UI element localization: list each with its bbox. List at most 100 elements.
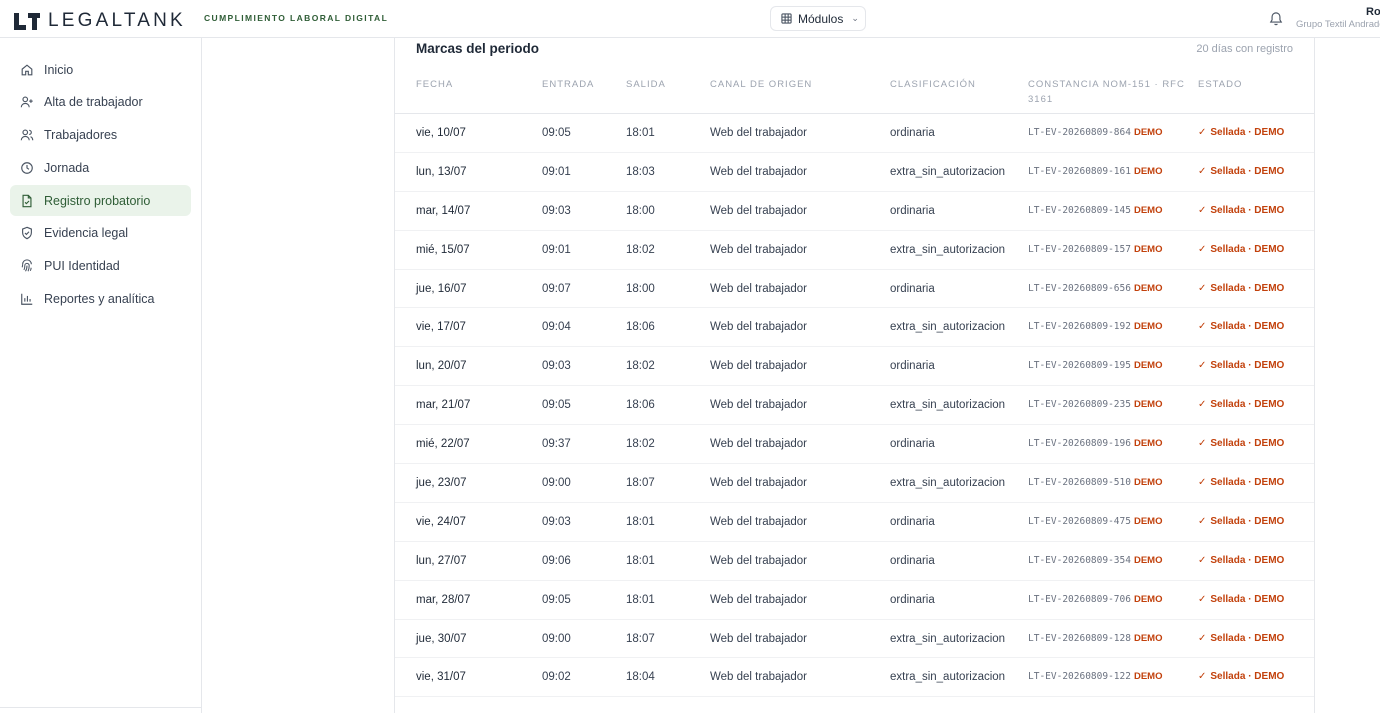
cell-canal: Web del trabajador [710, 127, 807, 139]
cell-salida: 18:02 [626, 243, 655, 256]
cell-salida: 18:01 [626, 127, 655, 139]
sidebar-item-evidencia-legal[interactable]: Evidencia legal [10, 218, 191, 249]
cell-canal: Web del trabajador [710, 438, 807, 451]
column-header-fecha[interactable]: FECHA [416, 77, 453, 92]
table-row[interactable]: mar, 14/07 09:03 18:00 Web del trabajador or… [395, 192, 1314, 231]
cell-constancia[interactable]: LT-EV-20260809-706 DEMO [1028, 581, 1162, 619]
check-icon: ✓ [1198, 282, 1207, 294]
table-row[interactable]: mié, 22/07 09:37 18:02 Web del trabajador or… [395, 425, 1314, 465]
sidebar-item-reportes[interactable]: Reportes y analítica [10, 284, 191, 315]
table-row[interactable]: lun, 27/07 09:06 18:01 Web del trabajador or… [395, 542, 1314, 581]
table-row[interactable]: jue, 16/07 09:07 18:00 Web del trabajador or… [395, 270, 1314, 309]
table-row[interactable]: lun, 20/07 09:03 18:02 Web del trabajador or… [395, 347, 1314, 387]
home-icon [21, 63, 33, 75]
cell-salida: 18:00 [626, 204, 655, 217]
sidebar-item-label: Jornada [44, 160, 90, 175]
status-text: Sellada · DEMO [1210, 438, 1285, 450]
cell-constancia[interactable]: LT-EV-20260809-157 DEMO [1028, 231, 1162, 269]
cell-constancia[interactable]: LT-EV-20260809-161 DEMO [1028, 153, 1162, 191]
cell-constancia[interactable]: LT-EV-20260809-475 DEMO [1028, 503, 1162, 541]
cell-fecha: jue, 23/07 [416, 477, 467, 490]
cell-constancia[interactable]: LT-EV-20260809-122 DEMO [1028, 658, 1162, 696]
table-row[interactable]: mar, 21/07 09:05 18:06 Web del trabajador ex… [395, 386, 1314, 426]
constancia-code: LT-EV-20260809-195 [1028, 360, 1131, 372]
cell-clasificacion: ordinaria [890, 360, 935, 373]
cell-constancia[interactable]: LT-EV-20260809-354 DEMO [1028, 542, 1162, 580]
sidebar-item-pui-identidad[interactable]: PUI Identidad [10, 251, 191, 282]
demo-badge: DEMO [1133, 593, 1163, 605]
constancia-code: LT-EV-20260809-354 [1028, 554, 1131, 566]
table-row[interactable]: mar, 28/07 09:05 18:01 Web del trabajador or… [395, 581, 1314, 620]
table-row[interactable]: lun, 13/07 09:01 18:03 Web del trabajador ex… [395, 153, 1314, 192]
table-row[interactable]: jue, 23/07 09:00 18:07 Web del trabajador ex… [395, 464, 1314, 503]
table-row[interactable]: vie, 17/07 09:04 18:06 Web del trabajador ex… [395, 308, 1314, 348]
logo-icon [14, 12, 40, 30]
column-header-estado[interactable]: ESTADO [1198, 77, 1242, 92]
sidebar-item-inicio[interactable]: Inicio [10, 54, 191, 85]
cell-constancia[interactable]: LT-EV-20260809-656 DEMO [1028, 270, 1162, 308]
sidebar-divider [0, 707, 201, 708]
clock-icon [21, 162, 33, 174]
status-badge: ✓ Sellada · DEMO [1198, 464, 1284, 502]
demo-badge: DEMO [1133, 127, 1163, 138]
table-row[interactable]: vie, 31/07 09:02 18:04 Web del trabajador ex… [395, 658, 1314, 698]
status-text: Sellada · DEMO [1210, 321, 1285, 333]
cell-constancia[interactable]: LT-EV-20260809-195 DEMO [1028, 347, 1162, 385]
cell-entrada: 09:05 [542, 127, 571, 139]
cell-fecha: vie, 24/07 [416, 515, 466, 528]
cell-entrada: 09:05 [542, 399, 571, 412]
table-row[interactable]: vie, 10/07 09:05 18:01 Web del trabajador or… [395, 114, 1314, 153]
check-icon: ✓ [1198, 321, 1207, 333]
cell-canal: Web del trabajador [710, 554, 807, 567]
cell-entrada: 09:05 [542, 593, 571, 606]
demo-badge: DEMO [1133, 360, 1163, 372]
cell-clasificacion: ordinaria [890, 438, 935, 451]
sidebar-item-jornada[interactable]: Jornada [10, 152, 191, 183]
status-text: Sellada · DEMO [1210, 243, 1285, 255]
status-text: Sellada · DEMO [1210, 515, 1285, 527]
demo-badge: DEMO [1133, 632, 1163, 644]
sidebar-item-label: Trabajadores [44, 128, 118, 143]
bell-icon[interactable] [1269, 11, 1283, 27]
cell-entrada: 09:06 [542, 554, 571, 567]
modules-button[interactable]: Módulos ⌄ [770, 6, 866, 31]
cell-entrada: 09:03 [542, 360, 571, 373]
table-row[interactable]: mié, 15/07 09:01 18:02 Web del trabajador ex… [395, 231, 1314, 270]
cell-fecha: lun, 13/07 [416, 165, 467, 178]
cell-canal: Web del trabajador [710, 321, 807, 334]
cell-fecha: mar, 28/07 [416, 593, 471, 606]
cell-constancia[interactable]: LT-EV-20260809-192 DEMO [1028, 308, 1162, 346]
cell-constancia[interactable]: LT-EV-20260809-510 DEMO [1028, 464, 1162, 502]
records-count: 20 días con registro [1196, 43, 1293, 55]
table-row[interactable]: vie, 24/07 09:03 18:01 Web del trabajador or… [395, 503, 1314, 542]
demo-badge: DEMO [1133, 477, 1163, 489]
cell-constancia[interactable]: LT-EV-20260809-145 DEMO [1028, 192, 1162, 230]
column-header-clasificacion[interactable]: CLASIFICACIÓN [890, 77, 976, 92]
cell-fecha: vie, 17/07 [416, 321, 466, 334]
cell-clasificacion: ordinaria [890, 282, 935, 295]
cell-constancia[interactable]: LT-EV-20260809-864 DEMO [1028, 114, 1162, 152]
cell-constancia[interactable]: LT-EV-20260809-196 DEMO [1028, 425, 1162, 463]
sidebar-item-trabajadores[interactable]: Trabajadores [10, 120, 191, 151]
brand-logo[interactable]: LEGALTANK [14, 10, 186, 32]
column-header-canal[interactable]: CANAL DE ORIGEN [710, 77, 812, 92]
cell-clasificacion: ordinaria [890, 127, 935, 139]
table-row[interactable]: jue, 30/07 09:00 18:07 Web del trabajador ex… [395, 620, 1314, 659]
column-header-constancia[interactable]: CONSTANCIA NOM-151 · RFC 3161 [1028, 77, 1188, 107]
cell-clasificacion: ordinaria [890, 204, 935, 217]
sidebar-item-label: Reportes y analítica [44, 292, 155, 307]
cell-entrada: 09:03 [542, 515, 571, 528]
column-header-entrada[interactable]: ENTRADA [542, 77, 594, 92]
column-header-salida[interactable]: SALIDA [626, 77, 666, 92]
cell-clasificacion: ordinaria [890, 554, 935, 567]
cell-constancia[interactable]: LT-EV-20260809-235 DEMO [1028, 386, 1162, 424]
grid-icon [781, 13, 792, 24]
cell-canal: Web del trabajador [710, 243, 807, 256]
top-bar: LEGALTANK CUMPLIMIENTO LABORAL DIGITAL M… [0, 0, 1380, 38]
cell-canal: Web del trabajador [710, 477, 807, 490]
status-badge: ✓ Sellada · DEMO [1198, 347, 1284, 385]
sidebar-item-alta-trabajador[interactable]: Alta de trabajador [10, 87, 191, 118]
user-menu[interactable]: Ro Grupo Textil Andrade [1296, 6, 1380, 30]
sidebar-item-registro-probatorio[interactable]: Registro probatorio [10, 185, 191, 217]
cell-constancia[interactable]: LT-EV-20260809-128 DEMO [1028, 620, 1162, 658]
